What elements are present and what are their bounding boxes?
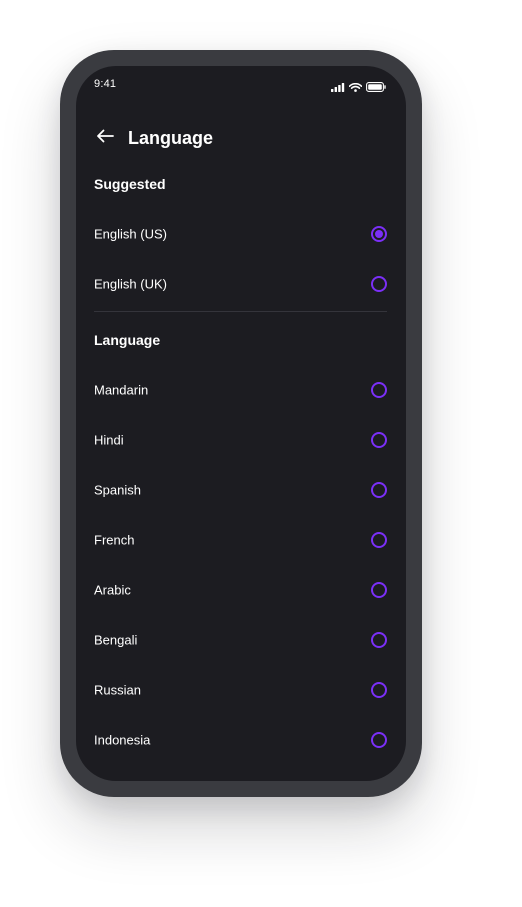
signal-icon — [331, 79, 345, 97]
language-option-indonesia[interactable]: Indonesia — [76, 715, 406, 765]
section-divider — [94, 311, 387, 312]
option-label: Arabic — [94, 582, 131, 598]
radio-button[interactable] — [371, 682, 387, 698]
option-label: Mandarin — [94, 382, 149, 398]
radio-button[interactable] — [371, 732, 387, 748]
option-label: Russian — [94, 682, 141, 698]
option-label: Spanish — [94, 482, 141, 498]
status-icons — [331, 79, 386, 97]
back-button[interactable] — [94, 127, 116, 149]
language-option-english-uk[interactable]: English (UK) — [76, 259, 406, 309]
section-title-language: Language — [94, 332, 161, 348]
language-option-english-us[interactable]: English (US) — [76, 209, 406, 259]
language-option-arabic[interactable]: Arabic — [76, 565, 406, 615]
language-option-bengali[interactable]: Bengali — [76, 615, 406, 665]
radio-button[interactable] — [371, 532, 387, 548]
phone-screen: 9:41 Language Suggested English (US) Eng… — [76, 66, 406, 781]
radio-button[interactable] — [371, 482, 387, 498]
option-label: English (US) — [94, 226, 167, 242]
wifi-icon — [348, 79, 363, 97]
section-title-suggested: Suggested — [94, 176, 166, 192]
status-time: 9:41 — [94, 78, 117, 90]
header: Language — [76, 121, 406, 157]
radio-button[interactable] — [371, 382, 387, 398]
radio-button[interactable] — [371, 582, 387, 598]
battery-icon — [366, 79, 386, 97]
option-label: Hindi — [94, 432, 124, 448]
page-title: Language — [128, 128, 214, 148]
language-option-mandarin[interactable]: Mandarin — [76, 365, 406, 415]
option-label: English (UK) — [94, 276, 167, 292]
language-option-russian[interactable]: Russian — [76, 665, 406, 715]
radio-button[interactable] — [371, 432, 387, 448]
status-bar: 9:41 — [76, 66, 406, 102]
radio-button[interactable] — [371, 276, 387, 292]
language-option-french[interactable]: French — [76, 515, 406, 565]
language-option-spanish[interactable]: Spanish — [76, 465, 406, 515]
option-label: Bengali — [94, 632, 138, 648]
language-option-hindi[interactable]: Hindi — [76, 415, 406, 465]
option-label: Indonesia — [94, 732, 151, 748]
radio-button[interactable] — [371, 632, 387, 648]
arrow-left-icon — [96, 129, 114, 148]
radio-button-selected[interactable] — [371, 226, 387, 242]
option-label: French — [94, 532, 135, 548]
